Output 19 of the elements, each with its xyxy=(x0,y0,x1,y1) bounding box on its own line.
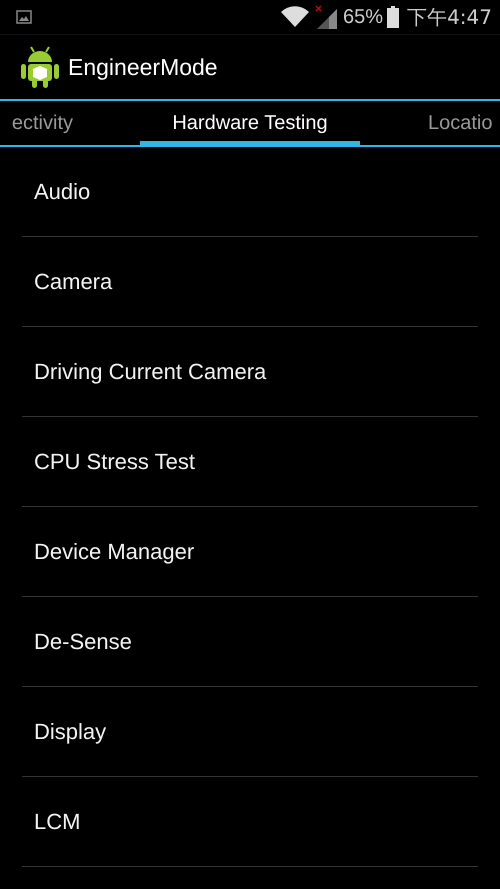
list-item[interactable]: Audio xyxy=(22,147,478,237)
clock: 下午4:47 xyxy=(407,4,492,30)
list-item[interactable]: De-Sense xyxy=(22,597,478,687)
battery-percent: 65% xyxy=(343,6,384,28)
image-icon xyxy=(16,10,32,24)
signal-icon xyxy=(315,5,340,29)
list-item[interactable]: CPU Stress Test xyxy=(22,417,478,507)
tab[interactable]: Hardware Testing xyxy=(140,101,360,145)
list-item[interactable]: LCM xyxy=(22,777,478,867)
list-item[interactable]: Display xyxy=(22,687,478,777)
list-item[interactable]: Camera xyxy=(22,237,478,327)
wifi-icon xyxy=(281,6,310,28)
android-robot-icon xyxy=(20,45,60,89)
battery-icon xyxy=(387,6,400,28)
tab[interactable]: Locatio xyxy=(360,101,500,145)
tab[interactable]: ectivity xyxy=(0,101,140,145)
list-item[interactable]: Device Manager xyxy=(22,507,478,597)
list-item[interactable]: Driving Current Camera xyxy=(22,327,478,417)
app-title: EngineerMode xyxy=(68,54,218,80)
